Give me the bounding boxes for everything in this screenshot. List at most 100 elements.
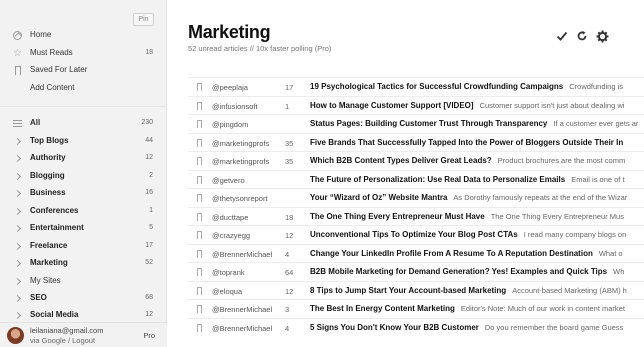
list-item[interactable]: @BrennerMichael 4 Change Your LinkedIn P… (188, 243, 644, 263)
bookmark-icon[interactable] (197, 286, 202, 295)
engagement-count: 12 (285, 286, 294, 296)
sidebar-item-must-reads[interactable]: ☆ Must Reads 18 (0, 45, 167, 61)
refresh-icon[interactable] (575, 28, 589, 44)
article-source[interactable]: @BrennerMichael (212, 250, 272, 259)
list-item[interactable]: @ducttape 18 The One Thing Every Entrepr… (188, 206, 644, 226)
sidebar-item-add-content[interactable]: Add Content (0, 80, 167, 96)
article-title[interactable]: 8 Tips to Jump Start Your Account-based … (310, 286, 506, 295)
article-source[interactable]: @marketingprofs (212, 139, 269, 148)
bookmark-icon[interactable] (197, 101, 202, 110)
bookmark-icon[interactable] (197, 157, 202, 165)
sidebar-item-marketing[interactable]: Marketing 52 (0, 255, 167, 271)
article-title[interactable]: The Future of Personalization: Use Real … (310, 175, 565, 184)
list-item[interactable]: @crazyegg 12 Unconventional Tips To Opti… (188, 225, 644, 244)
article-source[interactable]: @peeplaja (212, 83, 248, 92)
chevron-right-icon[interactable] (12, 310, 23, 321)
article-title[interactable]: Five Brands That Successfully Tapped Int… (310, 138, 623, 147)
list-item[interactable]: @thetysonreport Your “Wizard of Oz” Webs… (188, 188, 644, 207)
bookmark-icon[interactable] (197, 175, 202, 184)
article-title[interactable]: B2B Mobile Marketing for Demand Generati… (310, 267, 607, 276)
sidebar-item-entertainment[interactable]: Entertainment 5 (0, 220, 167, 236)
list-item[interactable]: @eloqua 12 8 Tips to Jump Start Your Acc… (188, 280, 644, 300)
article-source[interactable]: @marketingprofs (212, 157, 269, 166)
engagement-count: 12 (285, 231, 294, 240)
sidebar-item-label: Top Blogs (30, 136, 69, 145)
article-snippet: As Dorothy famously repeats at the end o… (453, 193, 628, 202)
page-title: Marketing (188, 22, 271, 42)
article-title[interactable]: Which B2B Content Types Deliver Great Le… (310, 156, 492, 165)
chevron-right-icon[interactable] (12, 293, 23, 304)
bookmark-icon[interactable] (197, 138, 202, 147)
article-title[interactable]: 19 Psychological Tactics for Successful … (310, 82, 563, 91)
pro-badge[interactable]: Pro (143, 331, 155, 340)
list-item[interactable]: @toprank 64 B2B Mobile Marketing for Dem… (188, 262, 644, 281)
article-source[interactable]: @toprank (212, 268, 245, 277)
sidebar-item-blogging[interactable]: Blogging 2 (0, 168, 167, 184)
unread-count: 1 (149, 207, 153, 214)
list-item[interactable]: @pingdom Status Pages: Building Customer… (188, 114, 644, 133)
user-panel: leilaniana@gmail.com via Google / Logout… (0, 322, 167, 347)
article-title[interactable]: The Best In Energy Content Marketing (310, 304, 455, 313)
bookmark-icon[interactable] (197, 120, 202, 128)
sidebar-item-authority[interactable]: Authority 12 (0, 150, 167, 166)
article-title[interactable]: Status Pages: Building Customer Trust Th… (310, 119, 547, 128)
article-source[interactable]: @infusionsoft (212, 102, 258, 111)
list-item[interactable]: @BrennerMichael 4 5 Signs You Don't Know… (188, 317, 644, 337)
list-item[interactable]: @peeplaja 17 19 Psychological Tactics fo… (188, 77, 644, 96)
article-source[interactable]: @BrennerMichael (212, 324, 272, 333)
chevron-right-icon[interactable] (12, 153, 23, 164)
list-item[interactable]: @getvero The Future of Personalization: … (188, 169, 644, 189)
sidebar-item-saved-for-later[interactable]: Saved For Later (0, 62, 167, 78)
article-source[interactable]: @thetysonreport (212, 194, 268, 203)
article-source[interactable]: @pingdom (212, 120, 248, 129)
bookmark-icon[interactable] (197, 212, 202, 221)
sidebar-item-my-sites[interactable]: My Sites (0, 273, 167, 289)
article-source[interactable]: @crazyegg (212, 231, 250, 240)
bookmark-icon[interactable] (197, 83, 202, 91)
sidebar-item-freelance[interactable]: Freelance 17 (0, 238, 167, 254)
sidebar-item-label: Blogging (30, 171, 65, 180)
chevron-right-icon[interactable] (12, 188, 23, 199)
bookmark-icon[interactable] (197, 231, 202, 239)
list-item[interactable]: @marketingprofs 35 Five Brands That Succ… (188, 132, 644, 152)
article-source[interactable]: @getvero (212, 176, 245, 185)
sidebar-item-business[interactable]: Business 16 (0, 185, 167, 201)
gear-icon[interactable] (595, 28, 609, 44)
bookmark-icon[interactable] (197, 249, 202, 258)
article-title[interactable]: Unconventional Tips To Optimize Your Blo… (310, 230, 518, 239)
bookmark-icon[interactable] (197, 323, 202, 332)
article-source[interactable]: @ducttape (212, 213, 248, 222)
article-title[interactable]: How to Manage Customer Support [VIDEO] (310, 101, 474, 110)
checkmark-icon[interactable] (555, 28, 569, 44)
sidebar-item-top-blogs[interactable]: Top Blogs 44 (0, 133, 167, 149)
login-provider-logout-link[interactable]: via Google / Logout (30, 336, 95, 345)
pin-button[interactable]: Pin (133, 13, 154, 26)
chevron-right-icon[interactable] (12, 136, 23, 147)
article-title[interactable]: Your “Wizard of Oz” Website Mantra (310, 193, 447, 202)
article-title[interactable]: 5 Signs You Don't Know Your B2B Customer (310, 323, 479, 332)
article-title[interactable]: The One Thing Every Entrepreneur Must Ha… (310, 212, 485, 221)
bookmark-icon[interactable] (197, 268, 202, 276)
chevron-right-icon[interactable] (12, 223, 23, 234)
article-source[interactable]: @eloqua (212, 287, 242, 296)
article-title[interactable]: Change Your LinkedIn Profile From A Resu… (310, 249, 593, 258)
list-icon (12, 118, 23, 129)
chevron-right-icon[interactable] (12, 258, 23, 269)
chevron-right-icon[interactable] (12, 241, 23, 252)
sidebar-item-seo[interactable]: SEO 68 (0, 290, 167, 306)
chevron-right-icon[interactable] (12, 276, 23, 287)
bookmark-icon[interactable] (197, 194, 202, 202)
list-item[interactable]: @marketingprofs 35 Which B2B Content Typ… (188, 151, 644, 170)
sidebar-item-label: Authority (30, 153, 66, 162)
chevron-right-icon[interactable] (12, 171, 23, 182)
sidebar-item-home[interactable]: Home (0, 27, 167, 43)
sidebar-item-social-media[interactable]: Social Media 12 (0, 307, 167, 323)
list-item[interactable]: @infusionsoft 1 How to Manage Customer S… (188, 95, 644, 115)
sidebar-item-all[interactable]: All 230 (0, 115, 167, 131)
sidebar-item-label: Marketing (30, 258, 68, 267)
article-source[interactable]: @BrennerMichael (212, 305, 272, 314)
bookmark-icon[interactable] (197, 305, 202, 313)
sidebar-item-conferences[interactable]: Conferences 1 (0, 203, 167, 219)
list-item[interactable]: @BrennerMichael 3 The Best In Energy Con… (188, 299, 644, 318)
chevron-right-icon[interactable] (12, 206, 23, 217)
